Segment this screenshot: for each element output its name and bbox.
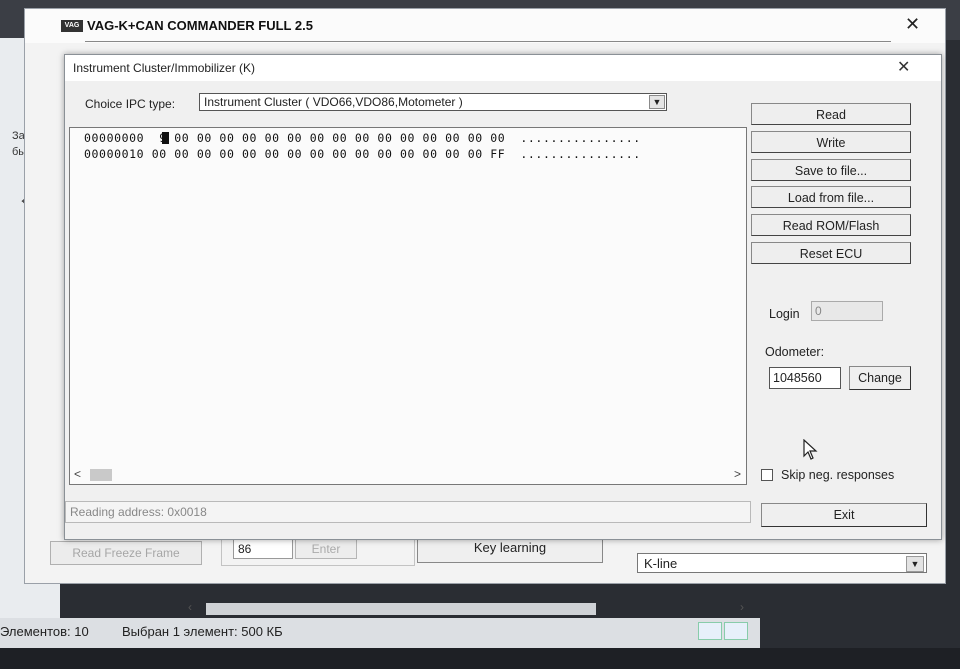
explorer-item-count: Элементов: 10: [0, 624, 89, 639]
dialog-titlebar: Instrument Cluster/Immobilizer (K) ✕: [65, 55, 941, 81]
commander-logo-icon: VAG: [61, 20, 83, 32]
explorer-status-bar: [0, 618, 760, 648]
explorer-selection-info: Выбран 1 элемент: 500 КБ: [122, 624, 283, 639]
save-to-file-button[interactable]: Save to file...: [751, 159, 911, 181]
write-button[interactable]: Write: [751, 131, 911, 153]
read-button[interactable]: Read: [751, 103, 911, 125]
ipc-type-select[interactable]: Instrument Cluster ( VDO66,VDO86,Motomet…: [199, 93, 667, 111]
dropdown-arrow-icon[interactable]: ▼: [906, 556, 924, 572]
skip-neg-responses-label: Skip neg. responses: [781, 468, 895, 482]
enter-button[interactable]: Enter: [295, 539, 357, 559]
commander-divider: [85, 41, 891, 52]
scroll-left-icon[interactable]: <: [74, 467, 81, 481]
tiles-view-icon[interactable]: [724, 622, 748, 640]
interface-select[interactable]: K-line ▼: [637, 553, 927, 573]
load-from-file-button[interactable]: Load from file...: [751, 186, 911, 208]
dialog-title: Instrument Cluster/Immobilizer (K): [73, 61, 256, 75]
scroll-thumb[interactable]: [90, 469, 112, 481]
scroll-right-icon[interactable]: ›: [740, 600, 744, 614]
commander-close-icon[interactable]: ✕: [905, 14, 920, 35]
dialog-close-icon[interactable]: ✕: [897, 57, 910, 77]
hex-row: 00000010 00 00 00 00 00 00 00 00 00 00 0…: [84, 147, 641, 161]
details-view-icon[interactable]: [698, 622, 722, 640]
instrument-cluster-dialog: Instrument Cluster/Immobilizer (K) ✕ Cho…: [64, 54, 942, 540]
login-label: Login: [769, 307, 800, 321]
commander-titlebar: VAG VAG-K+CAN COMMANDER FULL 2.5 ✕: [25, 9, 945, 43]
desktop-bottom: [0, 648, 960, 669]
value-field[interactable]: 86: [233, 539, 293, 559]
hex-edit-cursor: [162, 132, 169, 144]
explorer-view-buttons: [698, 622, 750, 640]
scroll-right-icon[interactable]: >: [734, 467, 741, 481]
dialog-status-bar: Reading address: 0x0018: [65, 501, 751, 523]
interface-selected-value: K-line: [644, 556, 678, 571]
exit-button[interactable]: Exit: [761, 503, 927, 527]
hex-horizontal-scrollbar[interactable]: < >: [70, 466, 746, 484]
scroll-left-icon[interactable]: ‹: [188, 600, 192, 614]
odometer-input[interactable]: 1048560: [769, 367, 841, 389]
hex-dump-panel[interactable]: 00000000 9 00 00 00 00 00 00 00 00 00 00…: [69, 127, 747, 485]
ipc-selected-value: Instrument Cluster ( VDO66,VDO86,Motomet…: [204, 95, 463, 109]
read-freeze-frame-button[interactable]: Read Freeze Frame: [50, 541, 202, 565]
commander-title: VAG-K+CAN COMMANDER FULL 2.5: [87, 18, 313, 33]
dropdown-arrow-icon[interactable]: ▼: [649, 95, 665, 109]
scroll-thumb[interactable]: [206, 603, 596, 615]
explorer-horizontal-scrollbar[interactable]: ‹ ›: [188, 600, 758, 618]
skip-neg-responses-checkbox[interactable]: [761, 469, 773, 481]
login-input[interactable]: 0: [811, 301, 883, 321]
read-rom-flash-button[interactable]: Read ROM/Flash: [751, 214, 911, 236]
reading-status-text: Reading address: 0x0018: [70, 505, 207, 519]
reset-ecu-button[interactable]: Reset ECU: [751, 242, 911, 264]
odometer-label: Odometer:: [765, 345, 825, 359]
change-odometer-button[interactable]: Change: [849, 366, 911, 390]
ipc-type-label: Choice IPC type:: [85, 97, 176, 111]
